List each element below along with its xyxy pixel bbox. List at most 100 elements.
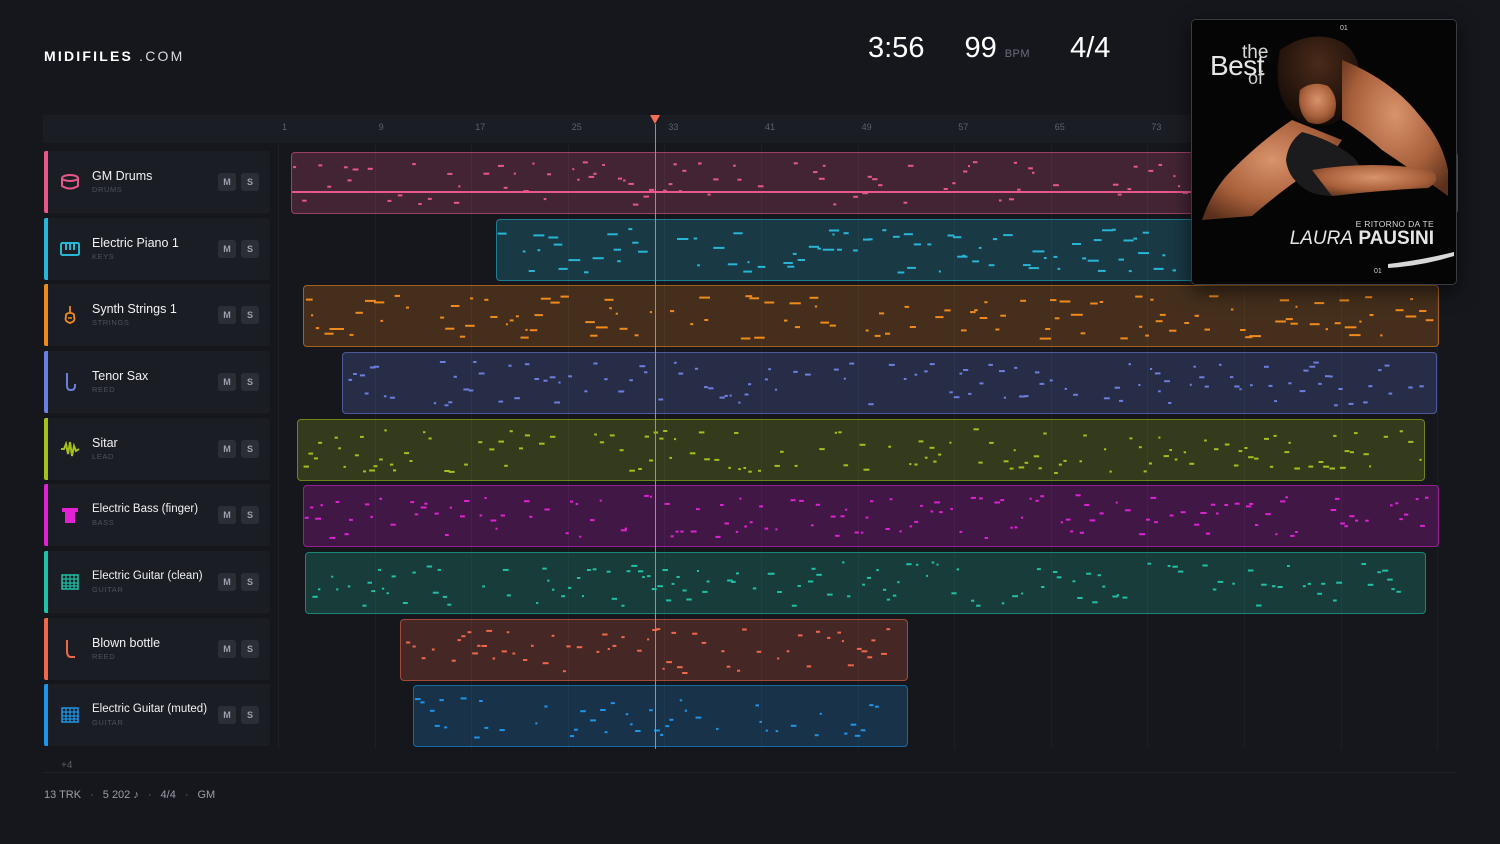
playhead-handle[interactable] xyxy=(650,115,660,124)
waveform-icon xyxy=(60,439,80,459)
track-header-8[interactable]: Blown bottle REED M S xyxy=(44,618,270,680)
track-header-9[interactable]: Electric Guitar (muted) GUITAR M S xyxy=(44,684,270,746)
album-artist: LAURA PAUSINI xyxy=(1290,228,1434,250)
midi-standard: GM xyxy=(197,789,216,801)
mute-button[interactable]: M xyxy=(218,706,236,724)
note-pattern xyxy=(303,428,1422,474)
solo-button[interactable]: S xyxy=(241,573,259,591)
track-header-3[interactable]: Synth Strings 1 STRINGS M S xyxy=(44,284,270,346)
solo-button[interactable]: S xyxy=(241,506,259,524)
solo-button[interactable]: S xyxy=(241,306,259,324)
mute-button[interactable]: M xyxy=(218,240,236,258)
tempo-unit: BPM xyxy=(1004,48,1031,60)
album-cover: the Best of E RITORNO DA TE LAURA PAUSIN… xyxy=(1191,19,1457,285)
ruler-tick-label: 49 xyxy=(861,122,872,132)
more-tracks-indicator[interactable]: +4 xyxy=(61,760,72,771)
artist-last-name: PAUSINI xyxy=(1358,228,1434,249)
track-category: STRINGS xyxy=(92,318,130,327)
ruler-tick-label: 41 xyxy=(765,122,776,132)
mute-button[interactable]: M xyxy=(218,373,236,391)
note-count: 5 202 ♪ xyxy=(102,789,139,801)
ruler-tick-label: 25 xyxy=(571,122,582,132)
album-title-of: of xyxy=(1248,68,1264,88)
track-name[interactable]: Blown bottle xyxy=(92,636,160,650)
track-name[interactable]: Electric Piano 1 xyxy=(92,236,179,250)
duration-readout: 3:56 xyxy=(868,32,925,64)
track-count: 13 TRK xyxy=(44,789,82,801)
track-name[interactable]: Electric Guitar (muted) xyxy=(92,703,207,715)
track-color-stripe xyxy=(44,151,48,213)
track-name[interactable]: Synth Strings 1 xyxy=(92,302,177,316)
track-name[interactable]: Electric Guitar (clean) xyxy=(92,570,203,582)
time-signature-readout: 4/4 xyxy=(1070,32,1111,64)
song-stats: 3:56 99 BPM 4/4 xyxy=(868,32,1110,65)
ruler-tick-label: 33 xyxy=(668,122,679,132)
mute-button[interactable]: M xyxy=(218,440,236,458)
playhead[interactable] xyxy=(655,124,656,749)
mute-button[interactable]: M xyxy=(218,173,236,191)
ruler-tick-label: 73 xyxy=(1151,122,1162,132)
artist-first-name: LAURA xyxy=(1289,228,1354,249)
ruler-tick-label: 65 xyxy=(1054,122,1065,132)
ruler-tick-label: 17 xyxy=(475,122,486,132)
note-pattern xyxy=(305,294,1434,340)
saxophone-icon xyxy=(60,372,80,392)
note-pattern xyxy=(348,361,1424,407)
tempo-readout: 99 xyxy=(964,32,997,64)
solo-button[interactable]: S xyxy=(241,240,259,258)
track-category: DRUMS xyxy=(92,185,123,194)
ruler-tick-label: 1 xyxy=(282,122,288,132)
track-name[interactable]: Electric Bass (finger) xyxy=(92,503,198,515)
clip-4[interactable] xyxy=(342,352,1437,414)
track-category: GUITAR xyxy=(92,585,124,594)
note-pattern xyxy=(304,494,1429,539)
clip-9[interactable] xyxy=(413,685,908,747)
track-color-stripe xyxy=(44,418,48,480)
track-header-1[interactable]: GM Drums DRUMS M S xyxy=(44,151,270,213)
solo-button[interactable]: S xyxy=(241,373,259,391)
track-header-6[interactable]: Electric Bass (finger) BASS M S xyxy=(44,484,270,546)
solo-button[interactable]: S xyxy=(241,440,259,458)
clip-8[interactable] xyxy=(400,619,908,681)
solo-button[interactable]: S xyxy=(241,640,259,658)
clip-6[interactable] xyxy=(303,485,1439,547)
mute-button[interactable]: M xyxy=(218,573,236,591)
drum-icon xyxy=(60,172,80,192)
clip-3[interactable] xyxy=(303,285,1439,347)
track-color-stripe xyxy=(44,284,48,346)
solo-button[interactable]: S xyxy=(241,706,259,724)
footer-summary: 13 TRK · 5 202 ♪ · 4/4 · GM xyxy=(44,789,216,801)
clip-7[interactable] xyxy=(305,552,1426,614)
track-color-stripe xyxy=(44,618,48,680)
guitar-fretboard-icon xyxy=(60,705,80,725)
note-pattern xyxy=(406,628,891,674)
brand-suffix: .COM xyxy=(139,48,185,64)
clip-5[interactable] xyxy=(297,419,1425,481)
track-name[interactable]: Sitar xyxy=(92,436,118,450)
track-category: GUITAR xyxy=(92,718,124,727)
note-pattern xyxy=(312,561,1401,607)
track-header-2[interactable]: Electric Piano 1 KEYS M S xyxy=(44,218,270,280)
bottle-icon xyxy=(60,639,80,659)
ruler-tick-label: 57 xyxy=(958,122,969,132)
track-category: REED xyxy=(92,385,116,394)
mute-button[interactable]: M xyxy=(218,640,236,658)
track-header-7[interactable]: Electric Guitar (clean) GUITAR M S xyxy=(44,551,270,613)
album-code-top: 01 xyxy=(1340,25,1348,32)
track-color-stripe xyxy=(44,684,48,746)
track-name[interactable]: Tenor Sax xyxy=(92,369,148,383)
mute-button[interactable]: M xyxy=(218,506,236,524)
mute-button[interactable]: M xyxy=(218,306,236,324)
brand-logo: MIDIFILES .COM xyxy=(44,48,184,64)
bass-amp-icon xyxy=(60,505,80,525)
solo-button[interactable]: S xyxy=(241,173,259,191)
footer-meter: 4/4 xyxy=(160,789,176,801)
clip-2[interactable] xyxy=(496,219,1202,281)
ruler-tick-label: 9 xyxy=(378,122,384,132)
brand-name: MIDIFILES xyxy=(44,48,134,64)
track-category: LEAD xyxy=(92,452,114,461)
track-header-5[interactable]: Sitar LEAD M S xyxy=(44,418,270,480)
violin-icon xyxy=(60,305,80,325)
track-name[interactable]: GM Drums xyxy=(92,169,152,183)
track-header-4[interactable]: Tenor Sax REED M S xyxy=(44,351,270,413)
